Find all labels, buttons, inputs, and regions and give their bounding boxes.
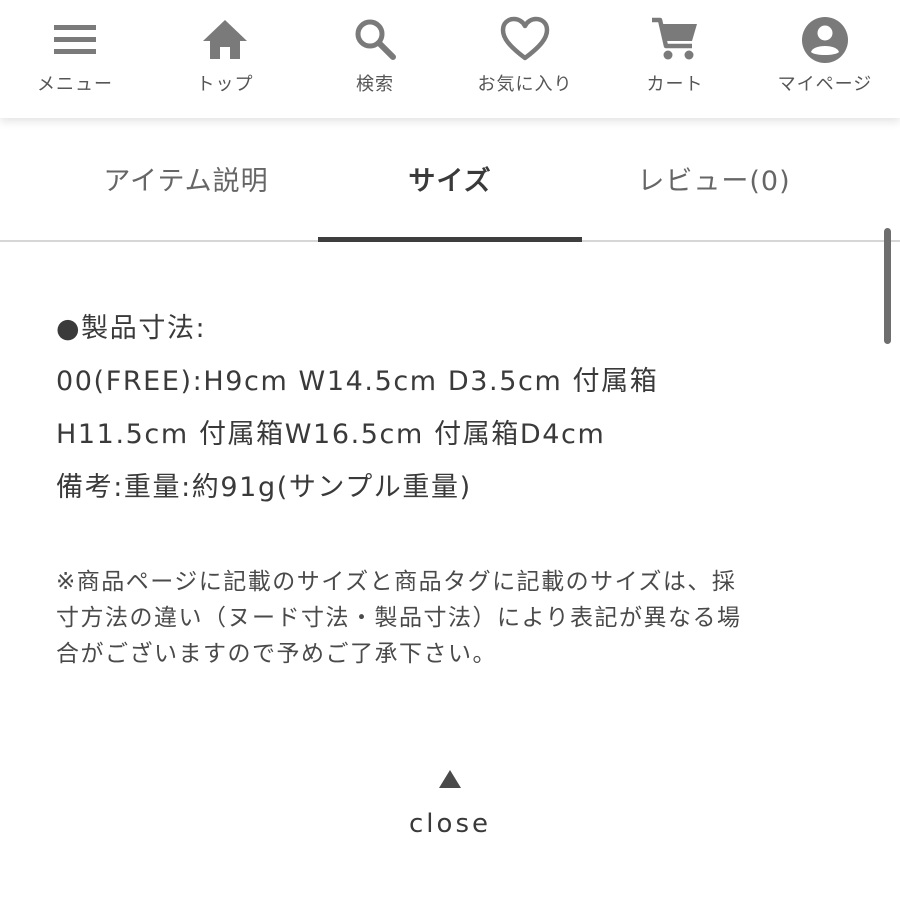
nav-item-search[interactable]: 検索 xyxy=(300,0,450,118)
account-icon xyxy=(799,14,851,66)
top-nav-bar: メニュー トップ 検索 お気に入り カート マイページ xyxy=(0,0,900,118)
nav-label-mypage: マイページ xyxy=(777,74,873,95)
note-line: 寸方法の違い（ヌード寸法・製品寸法）により表記が異なる場 xyxy=(56,605,742,631)
menu-icon xyxy=(49,14,101,66)
tab-size[interactable]: サイズ xyxy=(300,162,600,202)
nav-label-top: トップ xyxy=(196,74,254,95)
nav-label-cart: カート xyxy=(646,74,704,95)
tab-reviews[interactable]: レビュー(0) xyxy=(564,162,864,202)
spec-line: 00(FREE):H9cm W14.5cm D3.5cm 付属箱 xyxy=(56,366,659,397)
note-line: 合がございますので予めご了承下さい。 xyxy=(56,641,497,667)
scrollbar-thumb[interactable] xyxy=(884,228,891,344)
note-line: ※商品ページに記載のサイズと商品タグに記載のサイズは、採 xyxy=(56,569,737,595)
cart-icon xyxy=(649,14,701,66)
triangle-up-icon xyxy=(437,768,463,790)
home-icon xyxy=(199,14,251,66)
active-tab-indicator xyxy=(318,237,582,242)
spec-line: H11.5cm 付属箱W16.5cm 付属箱D4cm xyxy=(56,419,606,450)
spec-heading: ●製品寸法: xyxy=(56,313,207,344)
nav-label-search: 検索 xyxy=(356,74,394,95)
nav-label-favorites: お気に入り xyxy=(477,74,573,95)
spec-remarks: 備考:重量:約91g(サンプル重量) xyxy=(56,472,472,503)
nav-item-cart[interactable]: カート xyxy=(600,0,750,118)
size-details: ●製品寸法: 00(FREE):H9cm W14.5cm D3.5cm 付属箱 … xyxy=(56,302,846,514)
page: メニュー トップ 検索 お気に入り カート マイページ アイテム説明 サイズ レ… xyxy=(0,0,900,900)
nav-label-menu: メニュー xyxy=(37,74,113,95)
heart-icon xyxy=(499,14,551,66)
nav-item-favorites[interactable]: お気に入り xyxy=(450,0,600,118)
close-label: close xyxy=(409,809,491,839)
search-icon xyxy=(349,14,401,66)
tab-bar: アイテム説明 サイズ レビュー(0) xyxy=(0,118,900,242)
nav-item-menu[interactable]: メニュー xyxy=(0,0,150,118)
size-note: ※商品ページに記載のサイズと商品タグに記載のサイズは、採 寸方法の違い（ヌード寸… xyxy=(56,564,846,672)
close-button[interactable]: close xyxy=(350,764,550,854)
tab-item-description[interactable]: アイテム説明 xyxy=(36,162,336,202)
nav-item-top[interactable]: トップ xyxy=(150,0,300,118)
nav-item-mypage[interactable]: マイページ xyxy=(750,0,900,118)
